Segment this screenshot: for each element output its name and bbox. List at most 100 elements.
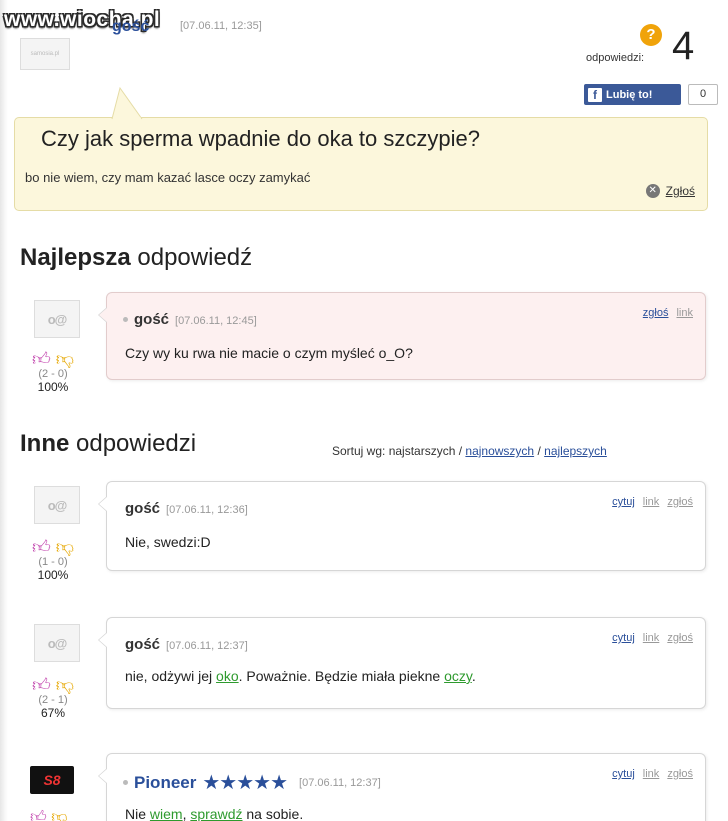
report-label: Zgłoś [665,184,695,198]
vote-box: 👍︎ 👎︎ [30,808,67,821]
vote-percent: 100% [37,380,69,394]
question-body: bo nie wiem, czy mam kazać lasce oczy za… [25,170,311,185]
permalink[interactable]: link [676,307,693,319]
thumb-down-icon[interactable]: 👎︎ [56,675,74,695]
report-link[interactable]: zgłoś [667,768,693,780]
thumb-up-icon[interactable]: 👍︎ [32,675,51,695]
vote-count: (1 - 0) [38,556,68,568]
answer-header: gość [07.06.11, 12:37] [125,636,248,654]
bubble-tail [98,768,107,784]
answers-label: odpowiedzi: [586,52,645,64]
text-part: na sobie. [242,806,304,821]
quote-link[interactable]: cytuj [612,496,635,508]
quote-link[interactable]: cytuj [612,768,635,780]
answer-actions: cytuj link zgłoś [604,496,693,508]
text-part: . Poważnie. Będzie miała piekne [238,668,445,684]
sort-best-link[interactable]: najlepszych [544,444,607,458]
bubble-tail [98,496,107,512]
bubble-tail [98,307,107,323]
best-answer-bubble: gość [07.06.11, 12:45] zgłoś link Czy wy k… [98,292,706,380]
text-part: Nie [125,806,150,821]
thumb-up-icon[interactable]: 👍︎ [32,537,51,557]
permalink[interactable]: link [643,496,660,508]
text-part: . [471,668,476,684]
question-avatar: samosia.pl [20,38,70,70]
vote-box: 👍︎ 👎︎ (2 - 1) 67% [28,676,78,720]
answer-actions: cytuj link zgłoś [604,632,693,644]
question-date: [07.06.11, 12:35] [180,20,262,32]
rating-stars-icon: ★★★★★ [202,772,288,794]
quote-link[interactable]: cytuj [612,632,635,644]
answer-author[interactable]: gość [134,311,169,328]
sort-separator: / [537,444,541,458]
user-avatar: S8 [30,766,74,794]
thumb-down-icon[interactable]: 👎︎ [56,349,74,369]
report-question-link[interactable]: ✕ Zgłoś [645,184,695,198]
report-link[interactable]: zgłoś [667,632,693,644]
keyword-link[interactable]: sprawdź [190,806,242,821]
report-link[interactable]: zgłoś [667,496,693,508]
answer-author[interactable]: Pioneer [134,773,196,793]
avatar-brand: samosia.pl [30,51,60,57]
thumb-up-icon[interactable]: 👍︎ [32,349,51,369]
thumb-up-icon[interactable]: 👍︎ [30,809,47,821]
page-left-edge [0,0,8,821]
answer-text: nie, odżywi jej oko. Poważnie. Będzie mi… [125,668,476,684]
like-count: 0 [688,84,718,105]
best-answer-heading: Najlepsza odpowiedź [20,244,252,272]
vote-percent: 100% [37,568,69,582]
answer-avatar: o@ [34,300,80,338]
answer-actions: cytuj link zgłoś [604,768,693,780]
vote-count: (2 - 1) [38,694,68,706]
bubble-tail [98,632,107,648]
answer-text: Nie, swedzi:D [125,534,211,550]
best-heading-bold: Najlepsza [20,244,131,271]
question-box: Czy jak sperma wpadnie do oka to szczypi… [14,117,708,211]
answer-header: Pioneer ★★★★★ [07.06.11, 12:37] [123,770,381,795]
vote-percent: 67% [40,706,66,720]
answer-avatar: o@ [34,486,80,524]
keyword-link[interactable]: wiem [150,806,183,821]
answer-date: [07.06.11, 12:36] [166,504,248,516]
answer-bubble: gość [07.06.11, 12:37] cytuj link zgłoś nie… [98,617,706,709]
answer-avatar: o@ [34,624,80,662]
other-heading-rest: odpowiedzi [76,430,197,457]
permalink[interactable]: link [643,768,660,780]
keyword-link[interactable]: oczy [444,668,472,684]
report-link[interactable]: zgłoś [643,307,669,319]
answer-date: [07.06.11, 12:45] [175,315,257,327]
question-mark-icon: ? [640,24,662,46]
question-bubble-tail [111,86,143,120]
other-answers-heading: Inne odpowiedzi [20,430,196,458]
best-heading-rest: odpowiedź [137,244,253,271]
question-title: Czy jak sperma wpadnie do oka to szczypi… [41,126,480,151]
question-author[interactable]: gość [112,18,149,36]
facebook-like-button[interactable]: f Lubię to! [584,84,681,105]
vote-box: 👍︎ 👎︎ (2 - 0) 100% [28,350,78,394]
answer-author[interactable]: gość [125,636,160,653]
text-part: nie, odżywi jej [125,668,217,684]
keyword-link[interactable]: oko [216,668,239,684]
bullet-icon [123,780,128,785]
thumb-down-icon[interactable]: 👎︎ [56,537,74,557]
sort-label: Sortuj wg: najstarszych / [332,444,463,458]
thumb-down-icon[interactable]: 👎︎ [51,809,67,821]
other-heading-bold: Inne [20,430,70,457]
facebook-icon: f [588,87,602,102]
answer-date: [07.06.11, 12:37] [166,640,248,652]
answer-author[interactable]: gość [125,500,160,517]
answer-bubble: Pioneer ★★★★★ [07.06.11, 12:37] cytuj lin… [98,753,706,821]
avatar-logo: o@ [47,635,68,651]
close-icon: ✕ [645,184,660,198]
like-label: Lubię to! [606,88,653,101]
answer-text: Czy wy ku rwa nie macie o czym myśleć o_… [125,345,413,361]
vote-count: (2 - 0) [38,368,68,380]
sort-newest-link[interactable]: najnowszych [465,444,534,458]
permalink[interactable]: link [643,632,660,644]
vote-box: 👍︎ 👎︎ (1 - 0) 100% [28,538,78,582]
avatar-logo: o@ [47,311,68,327]
answer-date: [07.06.11, 12:37] [299,776,381,789]
answer-actions: zgłoś link [635,307,693,319]
bullet-icon [123,317,128,323]
answer-bubble: gość [07.06.11, 12:36] cytuj link zgłoś Nie… [98,481,706,571]
